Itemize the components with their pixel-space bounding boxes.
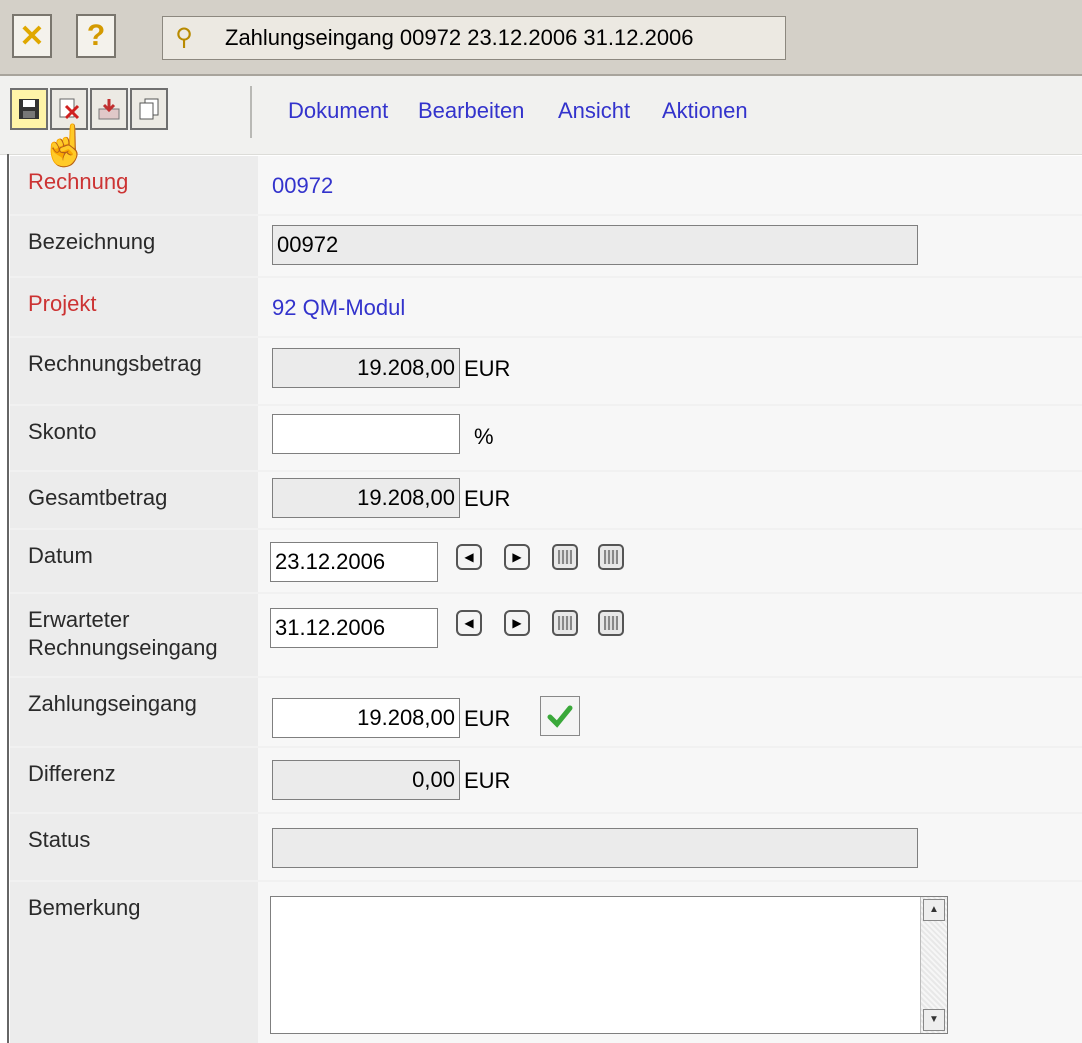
menu-aktionen[interactable]: Aktionen [662,98,748,124]
row-differenz: Differenz 0,00 EUR [10,748,1082,814]
rechnungsbetrag-label: Rechnungsbetrag [10,338,258,404]
toolbar-separator [250,86,252,138]
erwarteter-label-line1: Erwarteter [28,607,130,632]
close-icon[interactable]: ✕ [12,14,52,58]
row-projekt: Projekt 92 QM-Modul [10,278,1082,338]
row-bemerkung: Bemerkung ▲ ▼ [10,882,1082,1043]
scroll-down-icon[interactable]: ▼ [923,1009,945,1031]
bezeichnung-field[interactable]: 00972 [272,225,918,265]
rechnungsbetrag-field[interactable]: 19.208,00 [272,348,460,388]
hand-cursor-icon: ☝ [40,124,90,168]
datum-prev-icon[interactable]: ◀ [456,544,482,570]
datum-next-icon[interactable]: ▶ [504,544,530,570]
erwarteter-prev-icon[interactable]: ◀ [456,610,482,636]
skonto-input[interactable] [272,414,460,454]
download-icon[interactable] [90,88,128,130]
zahlungseingang-unit: EUR [464,706,511,731]
bemerkung-label: Bemerkung [10,882,258,1043]
rechnung-link[interactable]: 00972 [272,173,333,199]
rechnungsbetrag-unit: EUR [464,356,511,381]
datum-label: Datum [10,530,258,592]
erwarteter-calendar-month-icon[interactable] [598,610,624,636]
row-zahlungseingang: Zahlungseingang 19.208,00 EUR [10,678,1082,748]
window-title: Zahlungseingang 00972 23.12.2006 31.12.2… [225,25,694,50]
gesamtbetrag-unit: EUR [464,486,511,511]
menu-bearbeiten[interactable]: Bearbeiten [418,98,524,124]
projekt-label: Projekt [10,278,258,336]
copy-icon[interactable] [130,88,168,130]
help-button[interactable]: ? [76,14,116,58]
gesamtbetrag-label: Gesamtbetrag [10,472,258,528]
row-skonto: Skonto % [10,406,1082,472]
confirm-check-icon[interactable] [540,696,580,736]
datum-calendar-icon[interactable] [552,544,578,570]
bezeichnung-label: Bezeichnung [10,216,258,276]
differenz-field[interactable]: 0,00 [272,760,460,800]
row-status: Status [10,814,1082,882]
row-bezeichnung: Bezeichnung 00972 [10,216,1082,278]
erwarteter-calendar-icon[interactable] [552,610,578,636]
erwarteter-label: Erwarteter Rechnungseingang [10,594,258,676]
zahlungseingang-input[interactable]: 19.208,00 [272,698,460,738]
skonto-unit: % [474,424,494,449]
status-label: Status [10,814,258,880]
bemerkung-scrollbar[interactable]: ▲ ▼ [920,897,947,1033]
erwarteter-label-line2: Rechnungseingang [28,635,218,660]
row-rechnungsbetrag: Rechnungsbetrag 19.208,00 EUR [10,338,1082,406]
row-erwarteter-rechnungseingang: Erwarteter Rechnungseingang 31.12.2006 ◀… [10,594,1082,678]
gesamtbetrag-field[interactable]: 19.208,00 [272,478,460,518]
scroll-up-icon[interactable]: ▲ [923,899,945,921]
status-field[interactable] [272,828,918,868]
row-datum: Datum 23.12.2006 ◀ ▶ [10,530,1082,594]
form-left-border [7,154,9,1043]
document-tab[interactable]: ⚲ Zahlungseingang 00972 23.12.2006 31.12… [162,16,786,60]
title-bar: ✕ ? ⚲ Zahlungseingang 00972 23.12.2006 3… [0,0,1082,76]
bemerkung-textarea[interactable]: ▲ ▼ [270,896,948,1034]
zahlungseingang-label: Zahlungseingang [10,678,258,746]
toolbar: Dokument Bearbeiten Ansicht Aktionen [0,76,1082,155]
skonto-label: Skonto [10,406,258,470]
differenz-label: Differenz [10,748,258,812]
row-rechnung: Rechnung 00972 [10,156,1082,216]
menu-ansicht[interactable]: Ansicht [558,98,630,124]
datum-calendar-month-icon[interactable] [598,544,624,570]
menu-dokument[interactable]: Dokument [288,98,388,124]
row-gesamtbetrag: Gesamtbetrag 19.208,00 EUR [10,472,1082,530]
datum-input[interactable]: 23.12.2006 [270,542,438,582]
document-status-icon: ⚲ [175,24,193,51]
differenz-unit: EUR [464,768,511,793]
erwarteter-input[interactable]: 31.12.2006 [270,608,438,648]
erwarteter-next-icon[interactable]: ▶ [504,610,530,636]
projekt-link[interactable]: 92 QM-Modul [272,295,405,321]
